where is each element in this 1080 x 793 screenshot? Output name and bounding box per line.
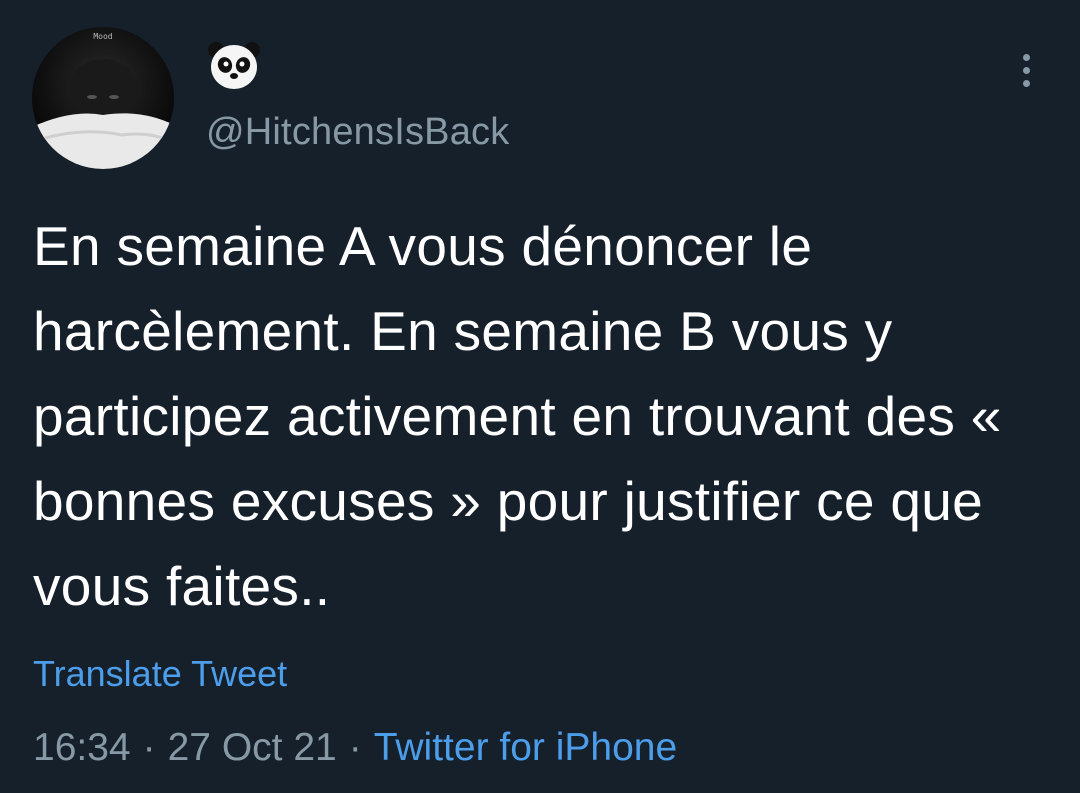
avatar[interactable]: Mood xyxy=(32,27,174,169)
more-vertical-icon-dot xyxy=(1022,66,1030,74)
tweet-time: 16:34 xyxy=(33,726,131,769)
tweet-metadata: 16:34 · 27 Oct 21 · Twitter for iPhone xyxy=(33,724,677,772)
tweet-card: Mood @HitchensIsBack En semaine A vous d… xyxy=(0,0,1080,793)
author-handle[interactable]: @HitchensIsBack xyxy=(206,110,509,154)
more-options-button[interactable] xyxy=(1008,48,1044,92)
tweet-source-link[interactable]: Twitter for iPhone xyxy=(374,726,677,769)
translate-tweet-link[interactable]: Translate Tweet xyxy=(33,652,287,696)
more-vertical-icon-dot xyxy=(1022,79,1030,87)
tweet-text: En semaine A vous dénoncer le harcèlemen… xyxy=(33,215,1002,617)
avatar-text: Mood xyxy=(93,32,112,41)
more-vertical-icon xyxy=(1022,53,1030,61)
separator: · xyxy=(142,726,156,769)
panda-emoji-icon xyxy=(207,40,261,92)
tweet-date: 27 Oct 21 xyxy=(167,726,337,769)
separator: · xyxy=(348,726,362,769)
avatar-image: Mood xyxy=(32,27,174,169)
